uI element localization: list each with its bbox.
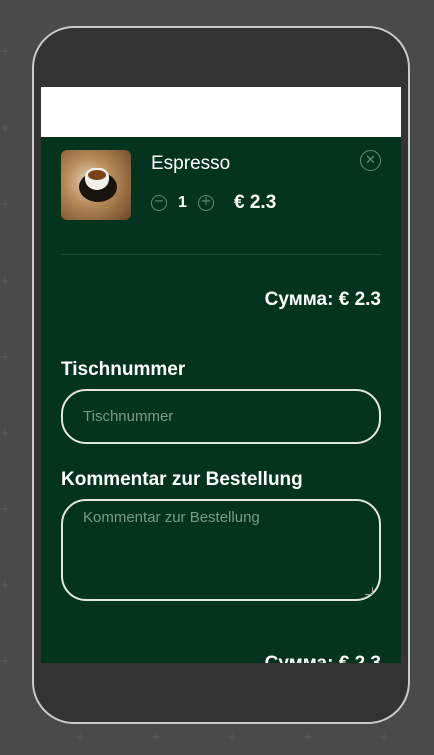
background-plus-mark: + [151,730,162,744]
item-name: Espresso [151,153,231,174]
background-plus-mark: + [0,44,11,58]
background-plus-mark: + [75,730,86,744]
espresso-cup-image [61,150,131,220]
background-plus-mark: + [0,502,11,516]
comment-textarea[interactable]: Kommentar zur Bestellung [61,499,381,601]
comment-label: Kommentar zur Bestellung [61,469,303,490]
quantity-value: 1 [178,194,187,211]
cart-screen: Espresso ✕ − 1 + € 2.3 Сумма: € 2.3 Tisc… [41,87,401,663]
background-plus-mark: + [227,730,238,744]
close-icon[interactable]: ✕ [360,150,381,171]
background-plus-mark: + [0,350,11,364]
resize-handle-icon[interactable] [365,587,373,595]
background-plus-mark: + [303,730,314,744]
header-bar [41,87,401,137]
divider [61,254,381,255]
plus-icon[interactable]: + [198,195,214,211]
background-plus-mark: + [0,426,11,440]
background-plus-mark: + [379,730,390,744]
background-plus-mark: + [0,274,11,288]
item-price: € 2.3 [234,192,277,213]
background-plus-mark: + [0,121,11,135]
comment-placeholder: Kommentar zur Bestellung [83,509,260,526]
table-number-input[interactable]: Tischnummer [61,389,381,444]
order-total-bottom: Сумма: € 2.3 [265,653,381,663]
order-total: Сумма: € 2.3 [264,289,381,310]
background-plus-mark: + [0,578,11,592]
background-plus-mark: + [0,654,11,668]
table-number-label: Tischnummer [61,359,186,380]
background-plus-mark: + [0,197,11,211]
cart-item: Espresso ✕ − 1 + € 2.3 [61,150,381,220]
minus-icon[interactable]: − [151,195,167,211]
